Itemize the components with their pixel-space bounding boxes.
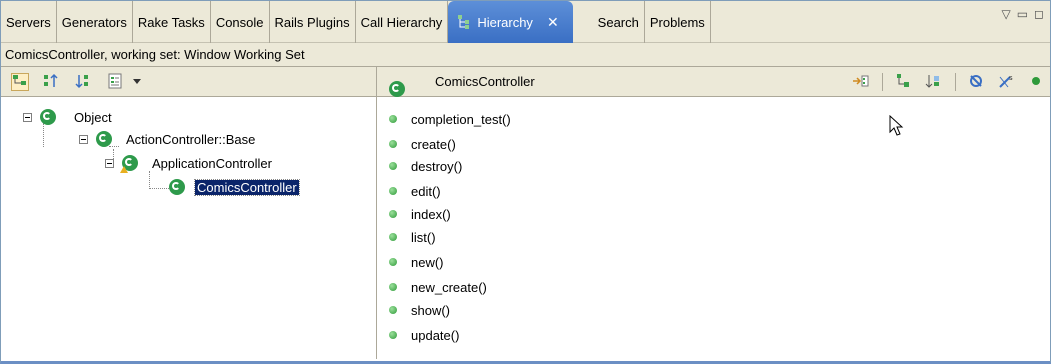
- public-method-icon: [389, 210, 397, 218]
- public-method-icon: [389, 140, 397, 148]
- tab-label: Call Hierarchy: [360, 14, 443, 30]
- tree-node-comics-controller[interactable]: ComicsController: [169, 177, 300, 197]
- member-list: completion_test() create() destroy() edi…: [377, 97, 1050, 359]
- list-item[interactable]: completion_test(): [389, 109, 511, 129]
- list-item[interactable]: new_create(): [389, 277, 487, 297]
- list-item[interactable]: create(): [389, 134, 456, 154]
- tab-label: Rake Tasks: [137, 14, 205, 30]
- tab-console[interactable]: Console: [211, 1, 270, 43]
- type-hierarchy-icon[interactable]: [11, 72, 29, 91]
- view-tabs: Servers Generators Rake Tasks Console Ra…: [1, 1, 711, 43]
- hide-non-public-members-icon[interactable]: [1028, 73, 1046, 91]
- hierarchy-icon: [456, 14, 472, 30]
- tree-node-object[interactable]: Object: [23, 107, 112, 127]
- public-method-icon: [389, 331, 397, 339]
- method-name: new_create(): [411, 279, 487, 295]
- public-method-icon: [389, 115, 397, 123]
- tab-label: Generators: [61, 14, 127, 30]
- mouse-pointer-icon: [889, 115, 904, 136]
- working-set-status: ComicsController, working set: Window Wo…: [1, 43, 1050, 67]
- view-tab-bar: Servers Generators Rake Tasks Console Ra…: [1, 1, 1050, 43]
- close-icon[interactable]: ✕: [547, 14, 559, 31]
- class-warning-icon: [120, 155, 138, 173]
- method-name: destroy(): [411, 158, 463, 174]
- tab-call-hierarchy[interactable]: Call Hierarchy: [356, 1, 449, 43]
- list-item[interactable]: list(): [389, 227, 436, 247]
- hide-fields-icon[interactable]: [968, 73, 986, 91]
- svg-text:s: s: [1009, 74, 1013, 82]
- tab-rails-plugins[interactable]: Rails Plugins: [270, 1, 356, 43]
- supertype-hierarchy-icon[interactable]: [43, 73, 61, 91]
- subtype-hierarchy-icon[interactable]: [75, 73, 93, 91]
- tab-label: Hierarchy: [477, 14, 533, 30]
- tab-hierarchy[interactable]: Hierarchy ✕: [448, 1, 573, 43]
- class-icon: [389, 80, 405, 97]
- tree-node-application-controller[interactable]: ApplicationController: [105, 153, 272, 173]
- list-item[interactable]: index(): [389, 204, 451, 224]
- sort-by-defining-type-icon[interactable]: [925, 73, 943, 91]
- method-name: create(): [411, 136, 456, 152]
- tree-node-label: Object: [74, 109, 112, 125]
- public-method-icon: [389, 162, 397, 170]
- toolbar-separator: [882, 73, 883, 91]
- tab-search[interactable]: Search: [593, 1, 645, 43]
- collapse-icon[interactable]: [105, 158, 114, 168]
- tab-label: Search: [597, 14, 639, 30]
- tree-node-label: ApplicationController: [152, 155, 272, 171]
- warning-icon: [120, 166, 128, 173]
- list-item[interactable]: show(): [389, 300, 450, 320]
- class-icon: [40, 109, 56, 125]
- tab-servers[interactable]: Servers: [1, 1, 57, 43]
- collapse-icon[interactable]: [79, 134, 88, 144]
- public-method-icon: [389, 283, 397, 291]
- tab-label: Servers: [6, 14, 51, 30]
- tab-label: Rails Plugins: [274, 14, 350, 30]
- tab-rake-tasks[interactable]: Rake Tasks: [133, 1, 211, 43]
- view-window-controls: ▽ ▭ ◻: [1001, 7, 1044, 21]
- tab-label: Console: [215, 14, 264, 30]
- class-icon: [169, 179, 185, 195]
- hierarchy-toolbar: [1, 67, 377, 97]
- member-list-toolbar: s: [852, 73, 1046, 91]
- tab-label: Problems: [649, 14, 705, 30]
- member-list-title: ComicsController: [435, 74, 535, 89]
- public-method-icon: [389, 187, 397, 195]
- hierarchy-view-frame: Servers Generators Rake Tasks Console Ra…: [0, 0, 1051, 364]
- public-method-icon: [389, 306, 397, 314]
- minimize-icon[interactable]: ▭: [1017, 7, 1028, 21]
- method-name: completion_test(): [411, 111, 511, 127]
- method-name: show(): [411, 302, 451, 318]
- method-name: new(): [411, 254, 444, 270]
- maximize-icon[interactable]: ◻: [1034, 7, 1044, 21]
- tab-generators[interactable]: Generators: [57, 1, 133, 43]
- method-name: edit(): [411, 183, 441, 199]
- hide-static-members-icon[interactable]: s: [998, 73, 1016, 91]
- public-method-icon: [389, 233, 397, 241]
- public-method-icon: [389, 258, 397, 266]
- lock-view-icon[interactable]: [852, 73, 870, 91]
- chevron-down-icon[interactable]: [133, 79, 141, 84]
- tree-node-label: ComicsController: [194, 178, 300, 196]
- view-menu-icon[interactable]: ▽: [1001, 7, 1010, 21]
- toolbar-separator: [955, 73, 956, 91]
- method-name: update(): [411, 327, 460, 343]
- tree-connector: [149, 171, 150, 189]
- tree-node-label: ActionController::Base: [126, 131, 256, 147]
- tree-node-action-controller-base[interactable]: ActionController::Base: [79, 129, 255, 149]
- list-item[interactable]: update(): [389, 325, 459, 345]
- show-inherited-members-icon[interactable]: [895, 73, 913, 91]
- list-item[interactable]: edit(): [389, 181, 441, 201]
- list-item[interactable]: new(): [389, 252, 444, 272]
- method-name: index(): [411, 206, 451, 222]
- type-hierarchy-tree: Object ActionController::Base Applicatio…: [1, 97, 377, 359]
- history-list-icon[interactable]: [107, 73, 125, 91]
- member-list-header: ComicsController s: [377, 67, 1050, 97]
- class-icon: [96, 131, 112, 147]
- tab-problems[interactable]: Problems: [645, 1, 711, 43]
- method-name: list(): [411, 229, 436, 245]
- collapse-icon[interactable]: [23, 112, 32, 122]
- list-item[interactable]: destroy(): [389, 156, 462, 176]
